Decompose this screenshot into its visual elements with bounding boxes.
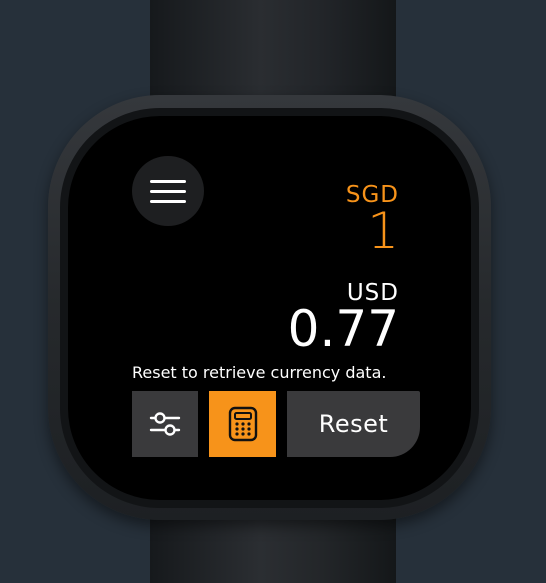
hamburger-menu-icon-line — [150, 200, 186, 203]
to-amount: 0.77 — [287, 300, 399, 358]
calculator-button[interactable] — [209, 391, 276, 457]
status-message: Reset to retrieve currency data. — [132, 363, 387, 382]
reset-button[interactable]: Reset — [287, 391, 420, 457]
hamburger-menu-icon-line — [150, 190, 186, 193]
menu-button[interactable] — [132, 156, 204, 226]
sliders-icon — [149, 412, 181, 436]
calculator-icon — [228, 406, 257, 442]
from-amount[interactable]: 1 — [367, 204, 399, 259]
watch-mockup: SGD 1 USD 0.77 Reset to retrieve currenc… — [0, 0, 546, 583]
watch-screen: SGD 1 USD 0.77 Reset to retrieve currenc… — [68, 116, 471, 500]
settings-button[interactable] — [132, 391, 198, 457]
hamburger-menu-icon — [150, 180, 186, 183]
